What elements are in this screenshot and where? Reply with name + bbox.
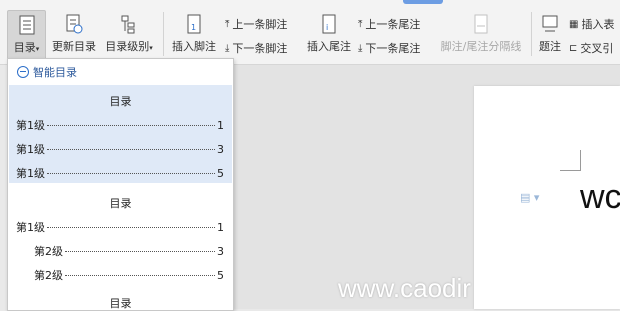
endnote-icon: i xyxy=(322,14,336,34)
table-icon: ▦ xyxy=(569,18,579,30)
toc-entry: 第1级 5 xyxy=(16,165,224,181)
prev-endnote-button[interactable]: ⤒ 上一条尾注 xyxy=(358,16,420,32)
separator-line-label: 脚注/尾注分隔线 xyxy=(440,40,522,53)
toc-entry: 第1级 1 xyxy=(16,219,224,235)
insert-footnote-label: 插入脚注 xyxy=(172,40,216,53)
caption-label: 题注 xyxy=(539,40,561,53)
watermark: www.caodir xyxy=(338,273,471,303)
refresh-doc-icon xyxy=(66,14,83,34)
caption-button[interactable]: 题注 xyxy=(536,10,564,60)
active-tab-indicator xyxy=(403,0,443,4)
toc-style-option-3[interactable]: 目录 xyxy=(9,289,232,310)
prev-footnote-icon: ⤒ xyxy=(225,18,230,30)
svg-text:1: 1 xyxy=(191,23,196,32)
separator-line-button[interactable]: 脚注/尾注分隔线 xyxy=(438,10,524,60)
cross-ref-label: 交叉引 xyxy=(580,42,614,55)
toc-entry-text: 第1级 xyxy=(16,221,45,234)
separator-line-icon xyxy=(474,14,488,34)
toc-label: 目录 xyxy=(13,41,36,54)
next-footnote-button[interactable]: ⤓ 下一条脚注 xyxy=(225,40,287,56)
caption-icon xyxy=(542,15,558,32)
toc-style-option-1[interactable]: 目录 第1级 1 第1级 3 第1级 5 xyxy=(9,85,232,183)
next-footnote-label: 下一条脚注 xyxy=(232,42,288,55)
toc-entry: 第1级 1 xyxy=(16,117,224,133)
toc-option-title: 目录 xyxy=(109,197,132,210)
separator xyxy=(163,12,164,56)
update-toc-button[interactable]: 更新目录 xyxy=(50,10,98,60)
chevron-down-icon: ▾ xyxy=(35,45,40,53)
toc-level-button[interactable]: 目录级别▾ xyxy=(102,10,156,60)
insert-endnote-label: 插入尾注 xyxy=(307,40,351,53)
toc-button[interactable]: 目录▾ xyxy=(7,10,46,62)
document-text: wc xyxy=(580,178,620,216)
prev-endnote-icon: ⤒ xyxy=(358,18,363,30)
cross-reference-icon: ⊏ xyxy=(569,42,578,54)
insert-footnote-button[interactable]: 1 插入脚注 xyxy=(170,10,218,60)
toc-entry-page: 1 xyxy=(217,119,224,132)
prev-footnote-label: 上一条脚注 xyxy=(232,18,288,31)
update-toc-label: 更新目录 xyxy=(52,40,96,53)
prev-endnote-label: 上一条尾注 xyxy=(365,18,421,31)
insert-endnote-button[interactable]: i 插入尾注 xyxy=(305,10,353,60)
smart-toc-label: 智能目录 xyxy=(33,66,77,79)
next-endnote-label: 下一条尾注 xyxy=(365,42,421,55)
chevron-down-icon: ▾ xyxy=(149,44,153,52)
ribbon-toolbar: 目录▾ 更新目录 目录级别▾ 1 插入脚注 ⤒ 上一条脚注 ⤓ 下一条脚注 i … xyxy=(0,0,620,65)
toc-level-label: 目录级别 xyxy=(105,40,150,53)
toc-entry: 第1级 3 xyxy=(16,141,224,157)
margin-corner-mark xyxy=(560,150,581,171)
smart-toc-item[interactable]: 智能目录 xyxy=(8,59,233,85)
toc-entry-page: 5 xyxy=(217,269,224,282)
toc-icon xyxy=(19,15,34,35)
next-endnote-icon: ⤓ xyxy=(358,42,363,54)
toc-entry: 第2级 5 xyxy=(34,267,224,283)
toc-entry-text: 第2级 xyxy=(34,269,63,282)
next-endnote-button[interactable]: ⤓ 下一条尾注 xyxy=(358,40,420,56)
insert-table-caption-button[interactable]: ▦ 插入表 xyxy=(569,16,614,32)
toc-entry-page: 1 xyxy=(217,221,224,234)
svg-text:i: i xyxy=(326,23,328,32)
toc-entry-text: 第1级 xyxy=(16,143,45,156)
toc-style-option-2[interactable]: 目录 第1级 1 第2级 3 第2级 5 xyxy=(9,187,232,285)
toc-entry-page: 3 xyxy=(217,143,224,156)
smart-toc-icon xyxy=(17,66,29,78)
insert-table-label: 插入表 xyxy=(581,18,615,31)
toc-entry-text: 第2级 xyxy=(34,245,63,258)
prev-footnote-button[interactable]: ⤒ 上一条脚注 xyxy=(225,16,287,32)
toc-entry-text: 第1级 xyxy=(16,167,45,180)
separator xyxy=(531,12,532,56)
next-footnote-icon: ⤓ xyxy=(225,42,230,54)
toc-entry-page: 5 xyxy=(217,167,224,180)
cross-reference-button[interactable]: ⊏ 交叉引 xyxy=(569,40,613,56)
toc-dropdown-menu: 智能目录 目录 第1级 1 第1级 3 第1级 5 目录 第1级 1 第2级 3 第2级 5… xyxy=(7,58,234,311)
toc-entry-page: 3 xyxy=(217,245,224,258)
toc-level-icon xyxy=(121,15,135,34)
toc-entry-text: 第1级 xyxy=(16,119,45,132)
footnote-icon: 1 xyxy=(187,14,201,34)
toc-option-title: 目录 xyxy=(109,95,132,108)
doc-options-icon[interactable]: ▤ ▾ xyxy=(520,191,539,204)
toc-entry: 第2级 3 xyxy=(34,243,224,259)
